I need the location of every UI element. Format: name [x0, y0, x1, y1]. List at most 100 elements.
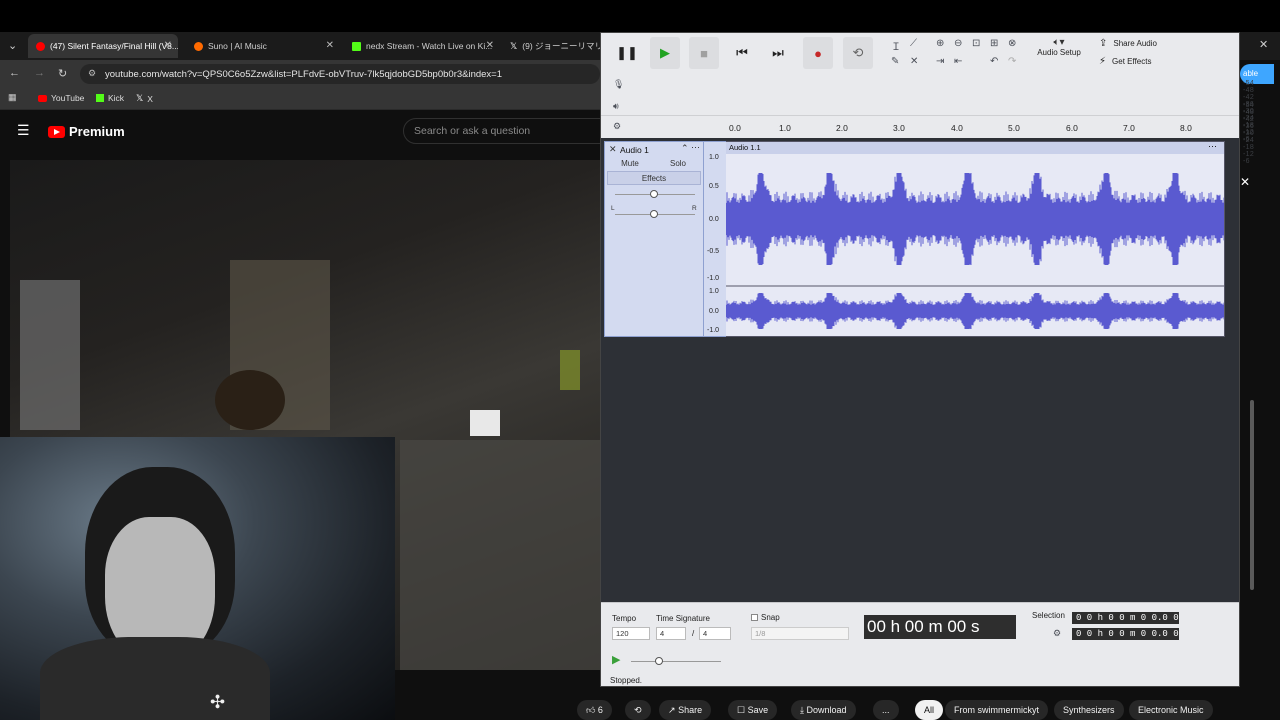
meter-ticks: -54 -48 -42 -36 -30 -24 -18 -12 -6: [1243, 102, 1255, 165]
video-scene-object: [400, 440, 600, 670]
timeline-ruler[interactable]: ⚙ 0.0 1.0 2.0 3.0 4.0 5.0 6.0 7.0 8.0: [601, 115, 1239, 138]
apps-grid-icon[interactable]: ▦: [8, 92, 17, 103]
speaker-icon[interactable]: 🔊︎: [613, 101, 619, 112]
chip-electronic-music[interactable]: Electronic Music: [1129, 700, 1213, 720]
menu-icon[interactable]: ☰: [17, 122, 30, 139]
record-button[interactable]: ●: [803, 37, 833, 69]
tab-kick[interactable]: nedx Stream - Watch Live on Ki... ✕: [344, 34, 500, 58]
download-button[interactable]: ⤓ Download: [791, 700, 856, 720]
youtube-logo[interactable]: Premium: [48, 124, 125, 139]
speed-slider-thumb[interactable]: [655, 657, 663, 665]
gain-slider-thumb[interactable]: [650, 190, 658, 198]
chip-synthesizers[interactable]: Synthesizers: [1054, 700, 1124, 720]
snap-checkbox[interactable]: [751, 614, 758, 621]
fit-selection-icon[interactable]: ⊡: [972, 38, 980, 49]
selection-start[interactable]: 0 0 h 0 0 m 0 0.0 0 0 s: [1072, 612, 1179, 624]
tab-list-chevron-icon[interactable]: ⌄: [8, 39, 17, 52]
x-icon: 𝕏: [136, 93, 144, 103]
bookmark-youtube[interactable]: YouTube: [38, 93, 84, 103]
redo-icon[interactable]: ↷: [1008, 56, 1016, 67]
chip-all[interactable]: All: [915, 700, 944, 720]
close-icon[interactable]: ✕: [164, 40, 172, 51]
ts-denominator-select[interactable]: 4: [699, 627, 731, 640]
ruler-tick: 2.0: [836, 123, 848, 133]
skip-start-button[interactable]: ⏮: [727, 37, 757, 69]
tab-x[interactable]: 𝕏 (9) ジョーニーリマリ｜逓煎...: [502, 34, 600, 58]
timeline-settings-icon[interactable]: ⚙: [613, 121, 621, 132]
premium-label: Premium: [69, 124, 125, 139]
track-control-panel[interactable]: ✕ Audio 1 ⌃ ⋯ Mute Solo Effects L R: [604, 141, 704, 337]
scale-label: 1.0: [709, 288, 719, 295]
window-close-icon[interactable]: ✕: [1259, 38, 1268, 51]
tempo-input[interactable]: 120: [612, 627, 650, 640]
audacity-toolbar: ❚❚ ▶ ■ ⏮ ⏭ ● ⟲ Ｉ ⟋ ✎ ✕ ⊕ ⊖ ⊡ ⊞ ⊗ ⇥ ⇤ ↶ ↷…: [601, 33, 1254, 165]
search-input[interactable]: Search or ask a question: [403, 118, 603, 144]
trim-icon[interactable]: ⇥: [936, 56, 944, 67]
close-track-icon[interactable]: ✕: [609, 144, 617, 155]
bookmark-kick[interactable]: Kick: [96, 93, 124, 103]
zoom-toggle-icon[interactable]: ⊗: [1008, 38, 1016, 49]
skip-end-button[interactable]: ⏭: [763, 37, 793, 69]
close-icon[interactable]: ✕: [326, 40, 334, 51]
multi-tool-icon[interactable]: ✕: [910, 56, 918, 67]
draw-tool-icon[interactable]: ✎: [891, 56, 899, 67]
tab-suno[interactable]: Suno | AI Music ✕: [186, 34, 340, 58]
mute-button[interactable]: Mute: [607, 157, 653, 169]
get-effects-button[interactable]: ⚡︎ Get Effects: [1099, 56, 1151, 67]
forward-icon[interactable]: →: [34, 67, 45, 79]
envelope-tool-icon[interactable]: ⟋: [910, 38, 917, 49]
stop-button[interactable]: ■: [689, 37, 719, 69]
scale-label: -1.0: [707, 327, 720, 334]
collapse-icon[interactable]: ⌃: [681, 143, 689, 154]
clip-menu-icon[interactable]: ⋯: [1208, 142, 1217, 152]
like-button[interactable]: 👍︎ 6: [577, 700, 612, 720]
remix-button[interactable]: ⟲: [625, 700, 651, 720]
effects-button[interactable]: Effects: [607, 171, 701, 185]
audio-setup-button[interactable]: 🔈︎▾ Audio Setup: [1035, 37, 1083, 57]
site-info-icon[interactable]: ⚙: [88, 68, 96, 79]
share-audio-button[interactable]: ⇪ Share Audio: [1099, 38, 1157, 49]
track-vertical-scale[interactable]: 1.0 0.5 0.0 -0.5 -1.0 1.0 0.0 -1.0: [704, 141, 726, 337]
tab-youtube[interactable]: (47) Silent Fantasy/Final Hill (V8... ✕: [28, 34, 178, 58]
fit-project-icon[interactable]: ⊞: [990, 38, 998, 49]
time-display[interactable]: 00 h 00 m 00 s: [864, 615, 1016, 639]
track-name[interactable]: Audio 1: [620, 145, 649, 155]
undo-icon[interactable]: ↶: [990, 56, 998, 67]
share-button[interactable]: ↗ Share: [659, 700, 712, 720]
scrollbar[interactable]: [1250, 400, 1254, 590]
play-button[interactable]: ▶: [650, 37, 680, 69]
mic-icon[interactable]: 🎙︎: [613, 79, 624, 90]
waveform-clip[interactable]: Audio 1.1 ⋯: [726, 141, 1225, 337]
snap-select[interactable]: 1/8: [751, 627, 849, 640]
waveform: [726, 173, 1224, 329]
zoom-out-icon[interactable]: ⊖: [954, 38, 962, 49]
reload-icon[interactable]: ↻: [58, 67, 67, 80]
video-scene-object: [20, 280, 80, 430]
selection-tool-icon[interactable]: Ｉ: [891, 38, 901, 53]
save-button[interactable]: ☐ Save: [728, 700, 778, 720]
playback-meter[interactable]: -54 -48 -42 -36 -30 -24 -18 -12 -6: [1243, 102, 1254, 165]
loop-icon: ⟲: [852, 45, 864, 60]
selection-end[interactable]: 0 0 h 0 0 m 0 0.0 0 0 s: [1072, 628, 1179, 640]
track-menu-icon[interactable]: ⋯: [691, 142, 700, 153]
close-icon[interactable]: ✕: [486, 40, 494, 51]
remix-icon: ⟲: [634, 704, 642, 715]
bookmark-x[interactable]: 𝕏 X: [136, 93, 153, 104]
ts-numerator-input[interactable]: 4: [656, 627, 686, 640]
dismiss-icon[interactable]: ✕: [1240, 175, 1250, 189]
loop-button[interactable]: ⟲: [843, 37, 873, 69]
speed-slider[interactable]: [631, 661, 721, 662]
selection-settings-icon[interactable]: ⚙: [1053, 628, 1061, 639]
solo-button[interactable]: Solo: [655, 157, 701, 169]
back-icon[interactable]: ←: [9, 67, 20, 79]
url-input[interactable]: ⚙ youtube.com/watch?v=QPS0C6o5Zzw&list=P…: [80, 64, 600, 84]
chip-from-channel[interactable]: From swimmermickyt: [945, 700, 1048, 720]
silence-icon[interactable]: ⇤: [954, 56, 962, 67]
zoom-in-icon[interactable]: ⊕: [936, 38, 944, 49]
more-actions-button[interactable]: ...: [873, 700, 899, 720]
play-at-speed-icon[interactable]: ▶: [612, 653, 620, 666]
clip-header[interactable]: Audio 1.1 ⋯: [726, 142, 1224, 154]
waveform-channel: [726, 173, 1224, 265]
pan-slider-thumb[interactable]: [650, 210, 658, 218]
pause-button[interactable]: ❚❚: [614, 37, 640, 69]
